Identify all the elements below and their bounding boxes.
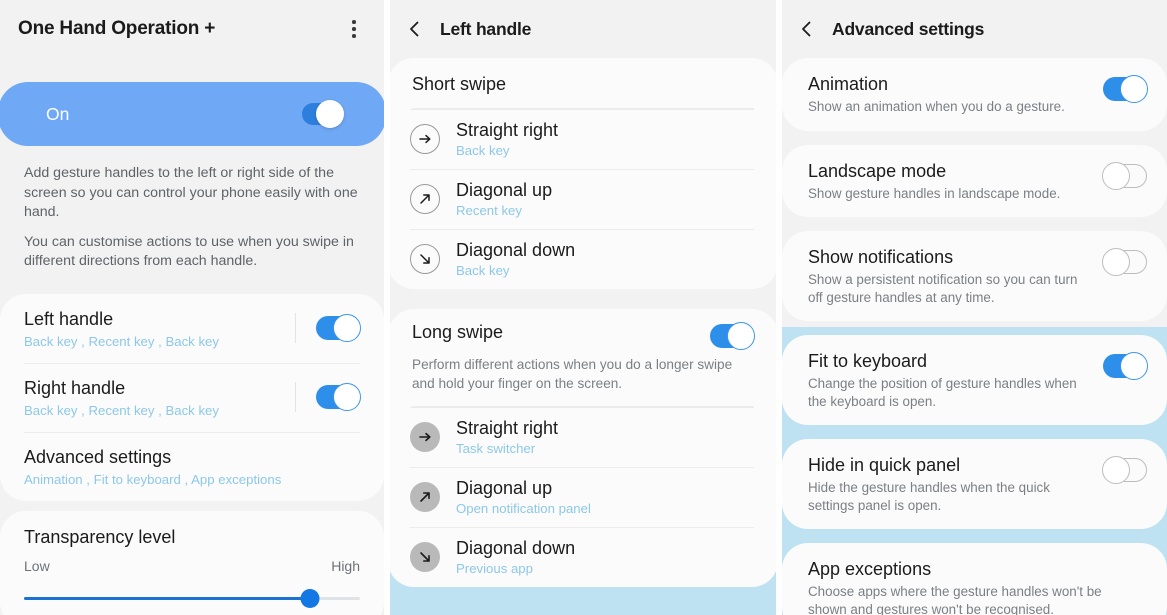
setting-card-landscape-mode[interactable]: Landscape mode Show gesture handles in l… [782, 144, 1167, 217]
gesture-title: Diagonal up [456, 180, 553, 200]
setting-card-hide-in-quick-panel[interactable]: Hide in quick panel Hide the gesture han… [782, 439, 1167, 529]
setting-description: Show a persistent notification so you ca… [808, 272, 1078, 305]
list-item-advanced-settings[interactable]: Advanced settings Animation , Fit to key… [0, 431, 384, 501]
short-swipe-section-title: Short swipe [390, 58, 776, 109]
long-swipe-description: Perform different actions when you do a … [390, 348, 776, 407]
divider [295, 382, 296, 412]
right-handle-toggle[interactable] [316, 383, 361, 411]
chevron-left-icon[interactable] [404, 18, 426, 40]
arrow-down-right-icon [410, 243, 440, 274]
main-toggle-card[interactable]: On [0, 82, 384, 146]
setting-title: Animation [808, 74, 889, 94]
kebab-menu-icon[interactable] [342, 15, 366, 43]
gesture-action: Back key [456, 143, 510, 158]
gesture-title: Diagonal down [456, 240, 576, 260]
list-item-long-diagonal-up[interactable]: Diagonal up Open notification panel [390, 467, 776, 527]
transparency-card: Transparency level Low High [0, 510, 384, 615]
setting-title: Hide in quick panel [808, 455, 961, 475]
divider [295, 313, 296, 343]
panel2-header: Left handle [390, 0, 776, 58]
long-swipe-card: Long swipe Perform different actions whe… [390, 309, 776, 587]
panel-left-handle: Left handle Short swipe Straight right B… [390, 0, 776, 615]
long-swipe-title: Long swipe [412, 322, 504, 342]
left-handle-title: Left handle [24, 308, 114, 329]
right-handle-title: Right handle [24, 377, 126, 398]
arrow-up-right-icon [410, 183, 440, 214]
gesture-title: Straight right [456, 418, 559, 438]
gesture-title: Diagonal up [456, 478, 553, 498]
setting-title: App exceptions [808, 559, 932, 579]
gesture-action: Task switcher [456, 441, 536, 456]
transparency-low-label: Low [24, 557, 50, 574]
arrow-right-icon [410, 123, 440, 154]
setting-description: Choose apps where the gesture handles wo… [808, 584, 1102, 615]
setting-card-show-notifications[interactable]: Show notifications Show a persistent not… [782, 231, 1167, 321]
long-swipe-header[interactable]: Long swipe [390, 309, 776, 350]
transparency-slider[interactable] [24, 588, 360, 610]
arrow-down-right-icon [410, 541, 440, 572]
arrow-up-right-icon [410, 481, 440, 512]
setting-title: Fit to keyboard [808, 351, 928, 371]
hide-in-quick-panel-toggle[interactable] [1102, 456, 1147, 484]
short-swipe-card: Short swipe Straight right Back key Diag… [390, 58, 776, 289]
panel-one-hand-operation: One Hand Operation + On Add gesture hand… [0, 0, 384, 615]
setting-card-app-exceptions[interactable]: App exceptions Choose apps where the ges… [782, 543, 1167, 615]
long-swipe-toggle[interactable] [710, 322, 755, 350]
left-handle-toggle[interactable] [316, 314, 361, 342]
show-notifications-toggle[interactable] [1102, 248, 1147, 276]
gesture-action: Open notification panel [456, 501, 591, 516]
gesture-action: Back key [456, 263, 510, 278]
page-title: One Hand Operation + [18, 18, 216, 39]
handles-card: Left handle Back key , Recent key , Back… [0, 293, 384, 501]
main-toggle-label: On [46, 103, 70, 124]
gesture-title: Diagonal down [456, 538, 576, 558]
transparency-title: Transparency level [24, 526, 176, 547]
advanced-settings-title: Advanced settings [24, 446, 172, 467]
main-toggle-switch[interactable] [302, 100, 344, 128]
gesture-action: Previous app [456, 561, 533, 576]
arrow-right-icon [410, 421, 440, 452]
slider-thumb[interactable] [300, 589, 320, 608]
setting-title: Landscape mode [808, 160, 947, 181]
right-handle-subtitle: Back key , Recent key , Back key [24, 402, 219, 418]
slider-fill [24, 596, 310, 601]
setting-card-fit-to-keyboard[interactable]: Fit to keyboard Change the position of g… [782, 335, 1167, 425]
three-panel-screenshot: One Hand Operation + On Add gesture hand… [0, 0, 1167, 615]
advanced-settings-subtitle: Animation , Fit to keyboard , App except… [24, 471, 282, 487]
setting-card-animation[interactable]: Animation Show an animation when you do … [782, 58, 1167, 131]
gesture-action: Recent key [456, 203, 522, 218]
list-item-short-diagonal-up[interactable]: Diagonal up Recent key [390, 169, 776, 229]
list-item-long-straight-right[interactable]: Straight right Task switcher [390, 407, 776, 467]
list-item-right-handle[interactable]: Right handle Back key , Recent key , Bac… [0, 362, 384, 432]
left-handle-subtitle: Back key , Recent key , Back key [24, 333, 219, 349]
list-item-short-straight-right[interactable]: Straight right Back key [390, 109, 776, 169]
panel1-description: Add gesture handles to the left or right… [0, 146, 384, 294]
transparency-high-label: High [331, 557, 360, 574]
landscape-mode-toggle[interactable] [1102, 161, 1147, 190]
page-title: Advanced settings [832, 18, 985, 39]
description-paragraph-2: You can customise actions to use when yo… [24, 233, 354, 270]
list-item-long-diagonal-down[interactable]: Diagonal down Previous app [390, 527, 776, 587]
panel1-header: One Hand Operation + [0, 0, 384, 58]
setting-description: Change the position of gesture handles w… [808, 376, 1077, 409]
setting-title: Show notifications [808, 247, 954, 267]
setting-description: Show an animation when you do a gesture. [808, 99, 1065, 114]
animation-toggle[interactable] [1103, 75, 1148, 103]
gesture-title: Straight right [456, 120, 559, 140]
chevron-left-icon[interactable] [796, 18, 818, 40]
page-title: Left handle [440, 18, 532, 39]
list-item-short-diagonal-down[interactable]: Diagonal down Back key [390, 229, 776, 289]
description-paragraph-1: Add gesture handles to the left or right… [24, 165, 358, 220]
panel-advanced-settings: Advanced settings Animation Show an anim… [782, 0, 1167, 615]
list-item-left-handle[interactable]: Left handle Back key , Recent key , Back… [0, 294, 384, 363]
setting-description: Show gesture handles in landscape mode. [808, 185, 1061, 201]
fit-to-keyboard-toggle[interactable] [1103, 352, 1148, 380]
panel3-header: Advanced settings [782, 0, 1167, 58]
setting-description: Hide the gesture handles when the quick … [808, 480, 1050, 513]
